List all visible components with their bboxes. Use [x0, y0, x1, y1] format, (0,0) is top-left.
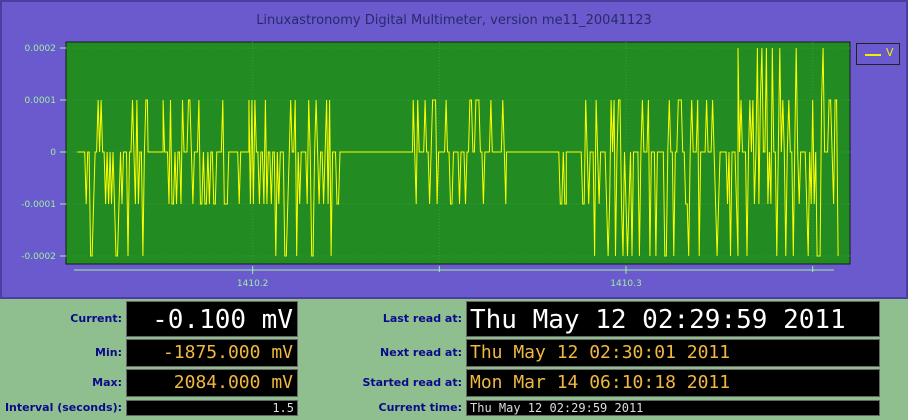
interval-label: Interval (seconds):: [4, 401, 122, 414]
y-tick-label: 0: [50, 148, 56, 158]
last-read-label: Last read at:: [382, 312, 462, 325]
current-value: -0.100 mV: [126, 301, 298, 337]
y-tick-label: 0.0002: [25, 44, 57, 54]
plot-window: Linuxastronomy Digital Multimeter, versi…: [0, 0, 908, 299]
current-time-value: Thu May 12 02:29:59 2011: [466, 400, 880, 416]
next-read-value: Thu May 12 02:30:01 2011: [466, 339, 880, 367]
chart: 0.0002 0.0001 0 -0.0001 -0.0002 1410.2 1410.3: [21, 41, 851, 289]
current-time-label: Current time:: [378, 401, 462, 414]
next-read-label: Next read at:: [380, 346, 462, 359]
interval-value: 1.5: [126, 400, 298, 416]
started-read-value: Mon Mar 14 06:10:18 2011: [466, 369, 880, 397]
y-tick-label: -0.0001: [21, 200, 56, 210]
x-tick-label: 1410.3: [610, 279, 642, 289]
y-tick-label: -0.0002: [21, 252, 56, 262]
max-label: Max:: [92, 376, 122, 389]
started-read-label: Started read at:: [362, 376, 462, 389]
min-label: Min:: [95, 346, 122, 359]
chart-legend: V: [856, 43, 900, 65]
y-tick-label: 0.0001: [25, 96, 57, 106]
min-value: -1875.000 mV: [126, 339, 298, 367]
legend-label: V: [886, 46, 894, 59]
x-tick-label: 1410.2: [237, 279, 269, 289]
current-label: Current:: [70, 312, 122, 325]
last-read-value: Thu May 12 02:29:59 2011: [466, 301, 880, 337]
legend-swatch: [865, 54, 881, 56]
max-value: 2084.000 mV: [126, 369, 298, 397]
